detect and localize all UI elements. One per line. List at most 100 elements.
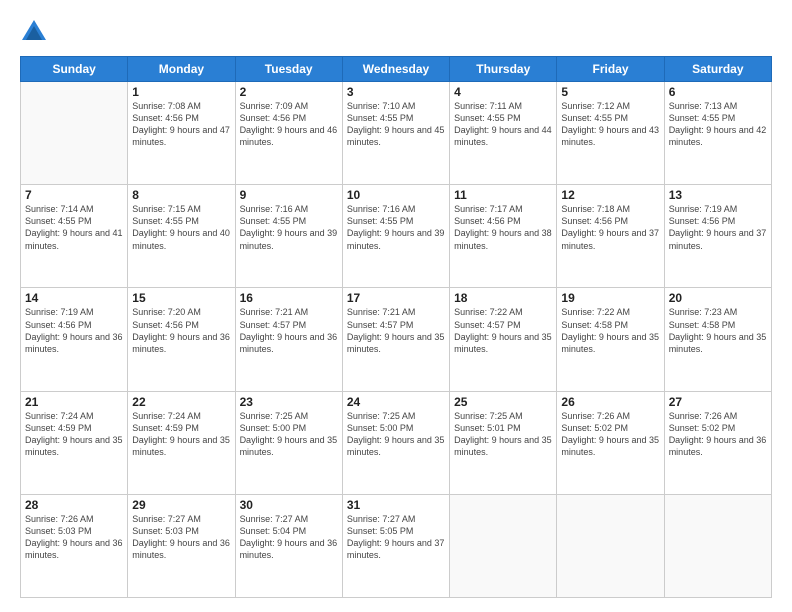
day-number: 5 xyxy=(561,85,659,99)
calendar-cell: 25Sunrise: 7:25 AM Sunset: 5:01 PM Dayli… xyxy=(450,391,557,494)
calendar-cell: 1Sunrise: 7:08 AM Sunset: 4:56 PM Daylig… xyxy=(128,82,235,185)
calendar-cell: 23Sunrise: 7:25 AM Sunset: 5:00 PM Dayli… xyxy=(235,391,342,494)
logo-icon xyxy=(20,18,48,46)
day-info: Sunrise: 7:16 AM Sunset: 4:55 PM Dayligh… xyxy=(240,203,338,252)
calendar-cell: 9Sunrise: 7:16 AM Sunset: 4:55 PM Daylig… xyxy=(235,185,342,288)
calendar-cell: 20Sunrise: 7:23 AM Sunset: 4:58 PM Dayli… xyxy=(664,288,771,391)
day-number: 26 xyxy=(561,395,659,409)
calendar-table: SundayMondayTuesdayWednesdayThursdayFrid… xyxy=(20,56,772,598)
day-info: Sunrise: 7:27 AM Sunset: 5:05 PM Dayligh… xyxy=(347,513,445,562)
calendar-cell: 8Sunrise: 7:15 AM Sunset: 4:55 PM Daylig… xyxy=(128,185,235,288)
day-header-friday: Friday xyxy=(557,57,664,82)
day-info: Sunrise: 7:27 AM Sunset: 5:04 PM Dayligh… xyxy=(240,513,338,562)
day-number: 15 xyxy=(132,291,230,305)
calendar-week-row: 7Sunrise: 7:14 AM Sunset: 4:55 PM Daylig… xyxy=(21,185,772,288)
day-info: Sunrise: 7:16 AM Sunset: 4:55 PM Dayligh… xyxy=(347,203,445,252)
calendar-header-row: SundayMondayTuesdayWednesdayThursdayFrid… xyxy=(21,57,772,82)
calendar-cell: 26Sunrise: 7:26 AM Sunset: 5:02 PM Dayli… xyxy=(557,391,664,494)
calendar-cell: 19Sunrise: 7:22 AM Sunset: 4:58 PM Dayli… xyxy=(557,288,664,391)
day-info: Sunrise: 7:25 AM Sunset: 5:00 PM Dayligh… xyxy=(240,410,338,459)
day-info: Sunrise: 7:21 AM Sunset: 4:57 PM Dayligh… xyxy=(347,306,445,355)
day-info: Sunrise: 7:22 AM Sunset: 4:58 PM Dayligh… xyxy=(561,306,659,355)
day-number: 7 xyxy=(25,188,123,202)
page: SundayMondayTuesdayWednesdayThursdayFrid… xyxy=(0,0,792,612)
day-header-sunday: Sunday xyxy=(21,57,128,82)
day-info: Sunrise: 7:25 AM Sunset: 5:01 PM Dayligh… xyxy=(454,410,552,459)
calendar-cell: 4Sunrise: 7:11 AM Sunset: 4:55 PM Daylig… xyxy=(450,82,557,185)
day-info: Sunrise: 7:27 AM Sunset: 5:03 PM Dayligh… xyxy=(132,513,230,562)
day-info: Sunrise: 7:19 AM Sunset: 4:56 PM Dayligh… xyxy=(25,306,123,355)
calendar-cell: 16Sunrise: 7:21 AM Sunset: 4:57 PM Dayli… xyxy=(235,288,342,391)
calendar-cell: 2Sunrise: 7:09 AM Sunset: 4:56 PM Daylig… xyxy=(235,82,342,185)
calendar-cell: 18Sunrise: 7:22 AM Sunset: 4:57 PM Dayli… xyxy=(450,288,557,391)
day-number: 16 xyxy=(240,291,338,305)
calendar-cell: 17Sunrise: 7:21 AM Sunset: 4:57 PM Dayli… xyxy=(342,288,449,391)
calendar-cell xyxy=(21,82,128,185)
day-info: Sunrise: 7:13 AM Sunset: 4:55 PM Dayligh… xyxy=(669,100,767,149)
day-info: Sunrise: 7:14 AM Sunset: 4:55 PM Dayligh… xyxy=(25,203,123,252)
day-info: Sunrise: 7:11 AM Sunset: 4:55 PM Dayligh… xyxy=(454,100,552,149)
calendar-cell: 14Sunrise: 7:19 AM Sunset: 4:56 PM Dayli… xyxy=(21,288,128,391)
day-number: 24 xyxy=(347,395,445,409)
calendar-cell: 29Sunrise: 7:27 AM Sunset: 5:03 PM Dayli… xyxy=(128,494,235,597)
calendar-cell: 12Sunrise: 7:18 AM Sunset: 4:56 PM Dayli… xyxy=(557,185,664,288)
calendar-cell xyxy=(664,494,771,597)
day-info: Sunrise: 7:24 AM Sunset: 4:59 PM Dayligh… xyxy=(132,410,230,459)
day-number: 20 xyxy=(669,291,767,305)
day-number: 6 xyxy=(669,85,767,99)
day-info: Sunrise: 7:19 AM Sunset: 4:56 PM Dayligh… xyxy=(669,203,767,252)
header xyxy=(20,18,772,46)
calendar-cell: 7Sunrise: 7:14 AM Sunset: 4:55 PM Daylig… xyxy=(21,185,128,288)
day-number: 22 xyxy=(132,395,230,409)
calendar-week-row: 1Sunrise: 7:08 AM Sunset: 4:56 PM Daylig… xyxy=(21,82,772,185)
day-header-wednesday: Wednesday xyxy=(342,57,449,82)
day-number: 1 xyxy=(132,85,230,99)
day-number: 8 xyxy=(132,188,230,202)
calendar-week-row: 21Sunrise: 7:24 AM Sunset: 4:59 PM Dayli… xyxy=(21,391,772,494)
day-number: 9 xyxy=(240,188,338,202)
calendar-cell: 22Sunrise: 7:24 AM Sunset: 4:59 PM Dayli… xyxy=(128,391,235,494)
calendar-week-row: 14Sunrise: 7:19 AM Sunset: 4:56 PM Dayli… xyxy=(21,288,772,391)
day-info: Sunrise: 7:23 AM Sunset: 4:58 PM Dayligh… xyxy=(669,306,767,355)
day-info: Sunrise: 7:25 AM Sunset: 5:00 PM Dayligh… xyxy=(347,410,445,459)
day-info: Sunrise: 7:24 AM Sunset: 4:59 PM Dayligh… xyxy=(25,410,123,459)
day-number: 25 xyxy=(454,395,552,409)
calendar-cell: 11Sunrise: 7:17 AM Sunset: 4:56 PM Dayli… xyxy=(450,185,557,288)
day-number: 14 xyxy=(25,291,123,305)
day-info: Sunrise: 7:26 AM Sunset: 5:03 PM Dayligh… xyxy=(25,513,123,562)
day-number: 11 xyxy=(454,188,552,202)
day-number: 12 xyxy=(561,188,659,202)
day-number: 13 xyxy=(669,188,767,202)
calendar-cell: 15Sunrise: 7:20 AM Sunset: 4:56 PM Dayli… xyxy=(128,288,235,391)
day-info: Sunrise: 7:08 AM Sunset: 4:56 PM Dayligh… xyxy=(132,100,230,149)
calendar-week-row: 28Sunrise: 7:26 AM Sunset: 5:03 PM Dayli… xyxy=(21,494,772,597)
calendar-cell: 30Sunrise: 7:27 AM Sunset: 5:04 PM Dayli… xyxy=(235,494,342,597)
day-header-monday: Monday xyxy=(128,57,235,82)
calendar-cell: 27Sunrise: 7:26 AM Sunset: 5:02 PM Dayli… xyxy=(664,391,771,494)
day-number: 29 xyxy=(132,498,230,512)
day-number: 10 xyxy=(347,188,445,202)
day-number: 19 xyxy=(561,291,659,305)
day-info: Sunrise: 7:18 AM Sunset: 4:56 PM Dayligh… xyxy=(561,203,659,252)
day-info: Sunrise: 7:09 AM Sunset: 4:56 PM Dayligh… xyxy=(240,100,338,149)
calendar-cell: 6Sunrise: 7:13 AM Sunset: 4:55 PM Daylig… xyxy=(664,82,771,185)
calendar-cell: 31Sunrise: 7:27 AM Sunset: 5:05 PM Dayli… xyxy=(342,494,449,597)
day-number: 28 xyxy=(25,498,123,512)
day-header-thursday: Thursday xyxy=(450,57,557,82)
day-header-tuesday: Tuesday xyxy=(235,57,342,82)
calendar-cell xyxy=(557,494,664,597)
calendar-cell: 28Sunrise: 7:26 AM Sunset: 5:03 PM Dayli… xyxy=(21,494,128,597)
calendar-cell: 24Sunrise: 7:25 AM Sunset: 5:00 PM Dayli… xyxy=(342,391,449,494)
day-number: 21 xyxy=(25,395,123,409)
day-number: 3 xyxy=(347,85,445,99)
day-number: 18 xyxy=(454,291,552,305)
day-number: 23 xyxy=(240,395,338,409)
day-info: Sunrise: 7:26 AM Sunset: 5:02 PM Dayligh… xyxy=(561,410,659,459)
day-number: 31 xyxy=(347,498,445,512)
day-number: 2 xyxy=(240,85,338,99)
day-info: Sunrise: 7:26 AM Sunset: 5:02 PM Dayligh… xyxy=(669,410,767,459)
calendar-cell: 3Sunrise: 7:10 AM Sunset: 4:55 PM Daylig… xyxy=(342,82,449,185)
day-info: Sunrise: 7:17 AM Sunset: 4:56 PM Dayligh… xyxy=(454,203,552,252)
day-info: Sunrise: 7:20 AM Sunset: 4:56 PM Dayligh… xyxy=(132,306,230,355)
day-info: Sunrise: 7:21 AM Sunset: 4:57 PM Dayligh… xyxy=(240,306,338,355)
